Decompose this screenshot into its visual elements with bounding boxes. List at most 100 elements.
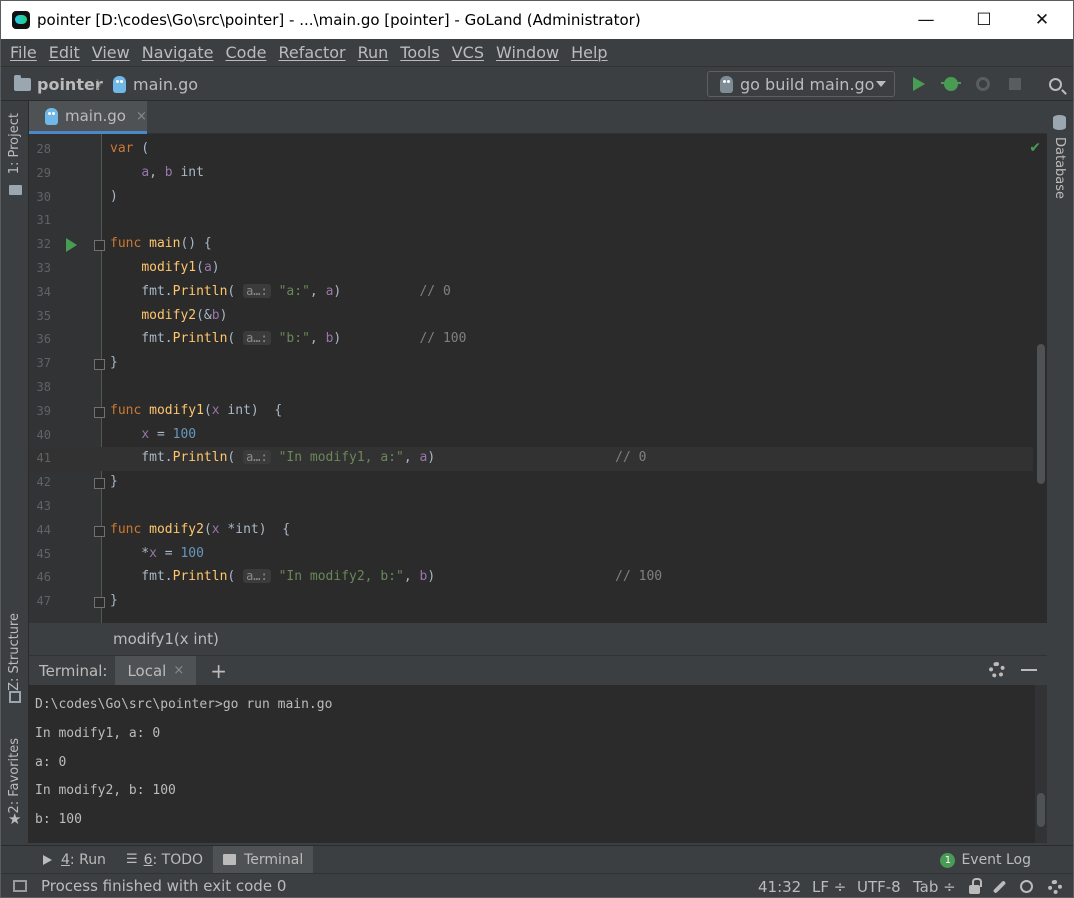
menu-window[interactable]: Window bbox=[496, 43, 559, 62]
close-terminal-tab-icon[interactable]: × bbox=[173, 663, 184, 678]
code-token: , bbox=[403, 569, 420, 585]
stop-button[interactable] bbox=[1003, 72, 1027, 96]
database-tool-button[interactable]: Database bbox=[1052, 137, 1067, 199]
fold-marker-icon[interactable] bbox=[94, 406, 105, 418]
line-number: 28 bbox=[36, 142, 51, 156]
read-only-toggle[interactable] bbox=[969, 874, 982, 897]
terminal-output[interactable]: D:\codes\Go\src\pointer>go run main.go I… bbox=[29, 685, 1047, 843]
menu-edit[interactable]: Edit bbox=[49, 43, 80, 62]
code-line[interactable]: 41 fmt.Println( a…: "In modify1, a:", a)… bbox=[29, 447, 1033, 472]
code-line[interactable]: 46 fmt.Println( a…: "In modify2, b:", b)… bbox=[29, 566, 1033, 590]
code-line[interactable]: 28 var ( bbox=[29, 138, 1033, 162]
code-line[interactable]: 44 func modify2(x *int) { bbox=[29, 519, 1033, 543]
code-line[interactable]: 33 modify1(a) bbox=[29, 257, 1033, 281]
code-line[interactable]: 29 a, b int bbox=[29, 162, 1033, 186]
code-line[interactable]: 42} bbox=[29, 471, 1033, 495]
new-terminal-button[interactable]: + bbox=[210, 659, 227, 683]
file-encoding-select[interactable]: UTF-8 bbox=[857, 874, 901, 897]
tab-main-go[interactable]: main.go × bbox=[29, 101, 147, 134]
code-line[interactable]: 47} bbox=[29, 590, 1033, 614]
parameter-hint: a…: bbox=[243, 569, 271, 584]
line-number: 32 bbox=[36, 237, 51, 252]
breadcrumb-separator: 〉 bbox=[96, 77, 109, 92]
code-line[interactable]: 31 bbox=[29, 209, 1033, 233]
terminal-tool-button[interactable]: Terminal bbox=[213, 845, 314, 874]
run-gutter-icon[interactable] bbox=[66, 238, 77, 253]
code-token: = bbox=[149, 426, 173, 442]
menu-file[interactable]: File bbox=[10, 43, 37, 62]
todo-tool-button[interactable]: ☰ 6: TODO bbox=[116, 846, 213, 874]
fold-marker-icon[interactable] bbox=[94, 525, 105, 537]
code-token: // 100 bbox=[419, 331, 467, 347]
editor-scrollbar[interactable] bbox=[1037, 344, 1045, 484]
code-line[interactable]: 36 fmt.Println( a…: "b:", b) // 100 bbox=[29, 328, 1033, 352]
menu-tools[interactable]: Tools bbox=[400, 43, 439, 62]
menu-view[interactable]: View bbox=[92, 43, 130, 62]
favorites-tool-button[interactable]: 2: Favorites bbox=[7, 738, 22, 814]
fold-marker-icon[interactable] bbox=[94, 478, 105, 490]
indent-select[interactable]: Tab ÷ bbox=[913, 874, 956, 897]
background-tasks-button[interactable] bbox=[1048, 874, 1062, 897]
fold-marker-icon[interactable] bbox=[94, 359, 105, 371]
code-editor[interactable]: 28 var (29 a, b int 30) 31 32 func main() { 33… bbox=[29, 134, 1047, 623]
code-breadcrumb[interactable]: modify1(x int) bbox=[29, 623, 1047, 655]
menu-code[interactable]: Code bbox=[226, 43, 267, 62]
run-configuration-label: go build main.go bbox=[740, 74, 875, 94]
close-tab-icon[interactable]: × bbox=[136, 109, 147, 124]
menu-refactor[interactable]: Refactor bbox=[278, 43, 345, 62]
line-separator-select[interactable]: LF ÷ bbox=[812, 874, 846, 897]
code-line[interactable]: 34 fmt.Println( a…: "a:", a) // 0 bbox=[29, 281, 1033, 305]
run-with-coverage-button[interactable] bbox=[971, 72, 995, 96]
code-line[interactable]: 40 x = 100 bbox=[29, 424, 1033, 448]
terminal-scrollbar[interactable] bbox=[1037, 793, 1045, 827]
fold-marker-icon[interactable] bbox=[94, 240, 105, 252]
terminal-tab-local[interactable]: Local × bbox=[115, 655, 197, 686]
search-everywhere-button[interactable] bbox=[1043, 72, 1067, 96]
code-line[interactable]: 45 *x = 100 bbox=[29, 543, 1033, 567]
line-number: 46 bbox=[36, 570, 51, 585]
code-token: ) bbox=[219, 307, 228, 323]
menu-navigate[interactable]: Navigate bbox=[142, 43, 214, 62]
code-line[interactable]: 37} bbox=[29, 352, 1033, 376]
code-line[interactable]: 30) bbox=[29, 186, 1033, 210]
code-line[interactable]: 38 bbox=[29, 376, 1033, 400]
maximize-button[interactable]: ☐ bbox=[955, 1, 1013, 39]
breadcrumb-project[interactable]: pointer bbox=[14, 67, 103, 101]
line-number: 47 bbox=[36, 594, 51, 609]
close-window-button[interactable]: ✕ bbox=[1013, 1, 1071, 39]
inspection-profile-button[interactable] bbox=[1020, 874, 1033, 897]
fold-marker-icon[interactable] bbox=[94, 597, 105, 609]
debug-button[interactable] bbox=[939, 72, 963, 96]
code-text: func main() { bbox=[110, 236, 212, 251]
code-token: func bbox=[110, 236, 150, 252]
line-number: 33 bbox=[36, 261, 51, 275]
minimize-button[interactable]: — bbox=[897, 1, 955, 39]
line-number: 38 bbox=[36, 380, 51, 394]
caret-position[interactable]: 41:32 bbox=[758, 874, 801, 897]
structure-tool-button[interactable]: Z: Structure bbox=[7, 613, 22, 691]
menu-vcs[interactable]: VCS bbox=[452, 43, 484, 62]
code-line[interactable]: 32 func main() { bbox=[29, 233, 1033, 257]
run-button[interactable] bbox=[907, 72, 931, 96]
code-token: Println bbox=[172, 569, 228, 585]
run-tool-button[interactable]: 4: Run bbox=[33, 846, 116, 874]
line-number: 39 bbox=[36, 403, 51, 418]
code-line[interactable]: 35 modify2(&b) bbox=[29, 305, 1033, 329]
project-tool-button[interactable]: 1: Project bbox=[7, 113, 22, 174]
code-line[interactable]: 39 func modify1(x int) { bbox=[29, 400, 1033, 424]
settings-button[interactable] bbox=[992, 874, 1007, 897]
run-configuration-select[interactable]: go build main.go bbox=[707, 71, 895, 97]
code-line[interactable]: 43 bbox=[29, 495, 1033, 519]
inspection-ok-icon: ✔ bbox=[1029, 140, 1041, 156]
code-token: 100 bbox=[180, 545, 204, 561]
menu-run[interactable]: Run bbox=[358, 43, 389, 62]
menu-help[interactable]: Help bbox=[571, 43, 607, 62]
event-log-button[interactable]: 1 Event Log bbox=[940, 846, 1031, 874]
gear-icon[interactable] bbox=[989, 662, 1005, 678]
search-icon bbox=[1048, 77, 1062, 91]
hide-terminal-button[interactable] bbox=[1021, 669, 1037, 671]
tool-windows-toggle-icon[interactable] bbox=[13, 880, 27, 892]
breadcrumb-file[interactable]: main.go bbox=[113, 67, 198, 101]
code-token: b bbox=[211, 307, 220, 323]
